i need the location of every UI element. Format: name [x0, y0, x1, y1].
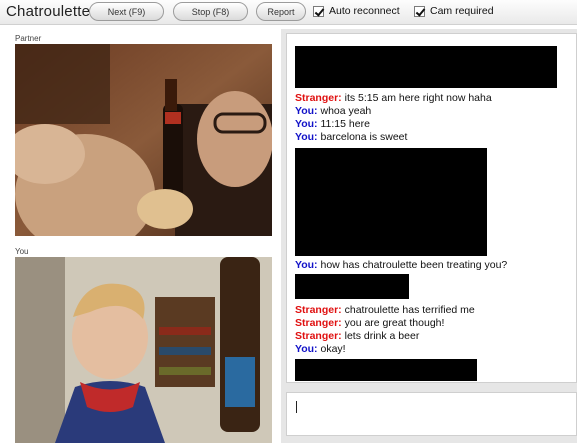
you-speaker: You: — [295, 105, 318, 117]
next-button[interactable]: Next (F9) — [89, 2, 164, 21]
redacted-block — [295, 359, 477, 381]
chat-message: You: whoa yeah — [295, 105, 371, 117]
chat-input[interactable] — [286, 392, 577, 436]
redacted-block — [295, 274, 409, 299]
chat-message: You: okay! — [295, 343, 346, 355]
checkbox-checked-icon[interactable] — [313, 5, 324, 17]
you-speaker: You: — [295, 131, 318, 143]
cam-required-checkbox[interactable]: Cam required — [414, 5, 494, 17]
auto-reconnect-checkbox[interactable]: Auto reconnect — [313, 5, 400, 17]
chat-message: Stranger: chatroulette has terrified me — [295, 304, 475, 316]
text-caret — [296, 401, 297, 413]
chat-message: Stranger: you are great though! — [295, 317, 444, 329]
redacted-block — [295, 46, 557, 88]
auto-reconnect-label: Auto reconnect — [329, 5, 400, 17]
chat-message: You: how has chatroulette been treating … — [295, 259, 507, 271]
message-text: chatroulette has terrified me — [341, 304, 475, 316]
stranger-speaker: Stranger: — [295, 317, 342, 329]
stranger-speaker: Stranger: — [295, 92, 342, 104]
you-label: You — [15, 247, 29, 256]
report-button[interactable]: Report — [256, 2, 306, 21]
chat-message: Stranger: its 5:15 am here right now hah… — [295, 92, 492, 104]
redacted-block — [295, 148, 487, 256]
self-video — [15, 257, 272, 443]
app-title: Chatroulette — [6, 3, 91, 20]
you-speaker: You: — [295, 259, 318, 271]
chat-log: Stranger: its 5:15 am here right now hah… — [286, 33, 577, 383]
stop-button[interactable]: Stop (F8) — [173, 2, 248, 21]
checkbox-checked-icon[interactable] — [414, 5, 425, 17]
chat-message: You: 11:15 here — [295, 118, 370, 130]
stranger-speaker: Stranger: — [295, 330, 342, 342]
message-text: its 5:15 am here right now haha — [341, 92, 492, 104]
message-text: barcelona is sweet — [317, 131, 408, 143]
stranger-speaker: Stranger: — [295, 304, 342, 316]
partner-label: Partner — [15, 34, 42, 43]
message-text: 11:15 here — [317, 118, 370, 130]
you-speaker: You: — [295, 118, 318, 130]
message-text: lets drink a beer — [341, 330, 420, 342]
chat-message: Stranger: lets drink a beer — [295, 330, 419, 342]
message-text: how has chatroulette been treating you? — [317, 259, 508, 271]
message-text: whoa yeah — [317, 105, 372, 117]
top-toolbar: Chatroulette Next (F9) Stop (F8) Report … — [0, 0, 577, 25]
chat-message: You: barcelona is sweet — [295, 131, 407, 143]
cam-required-label: Cam required — [430, 5, 494, 17]
partner-video — [15, 44, 272, 236]
message-text: okay! — [317, 343, 346, 355]
you-speaker: You: — [295, 343, 318, 355]
message-text: you are great though! — [341, 317, 445, 329]
